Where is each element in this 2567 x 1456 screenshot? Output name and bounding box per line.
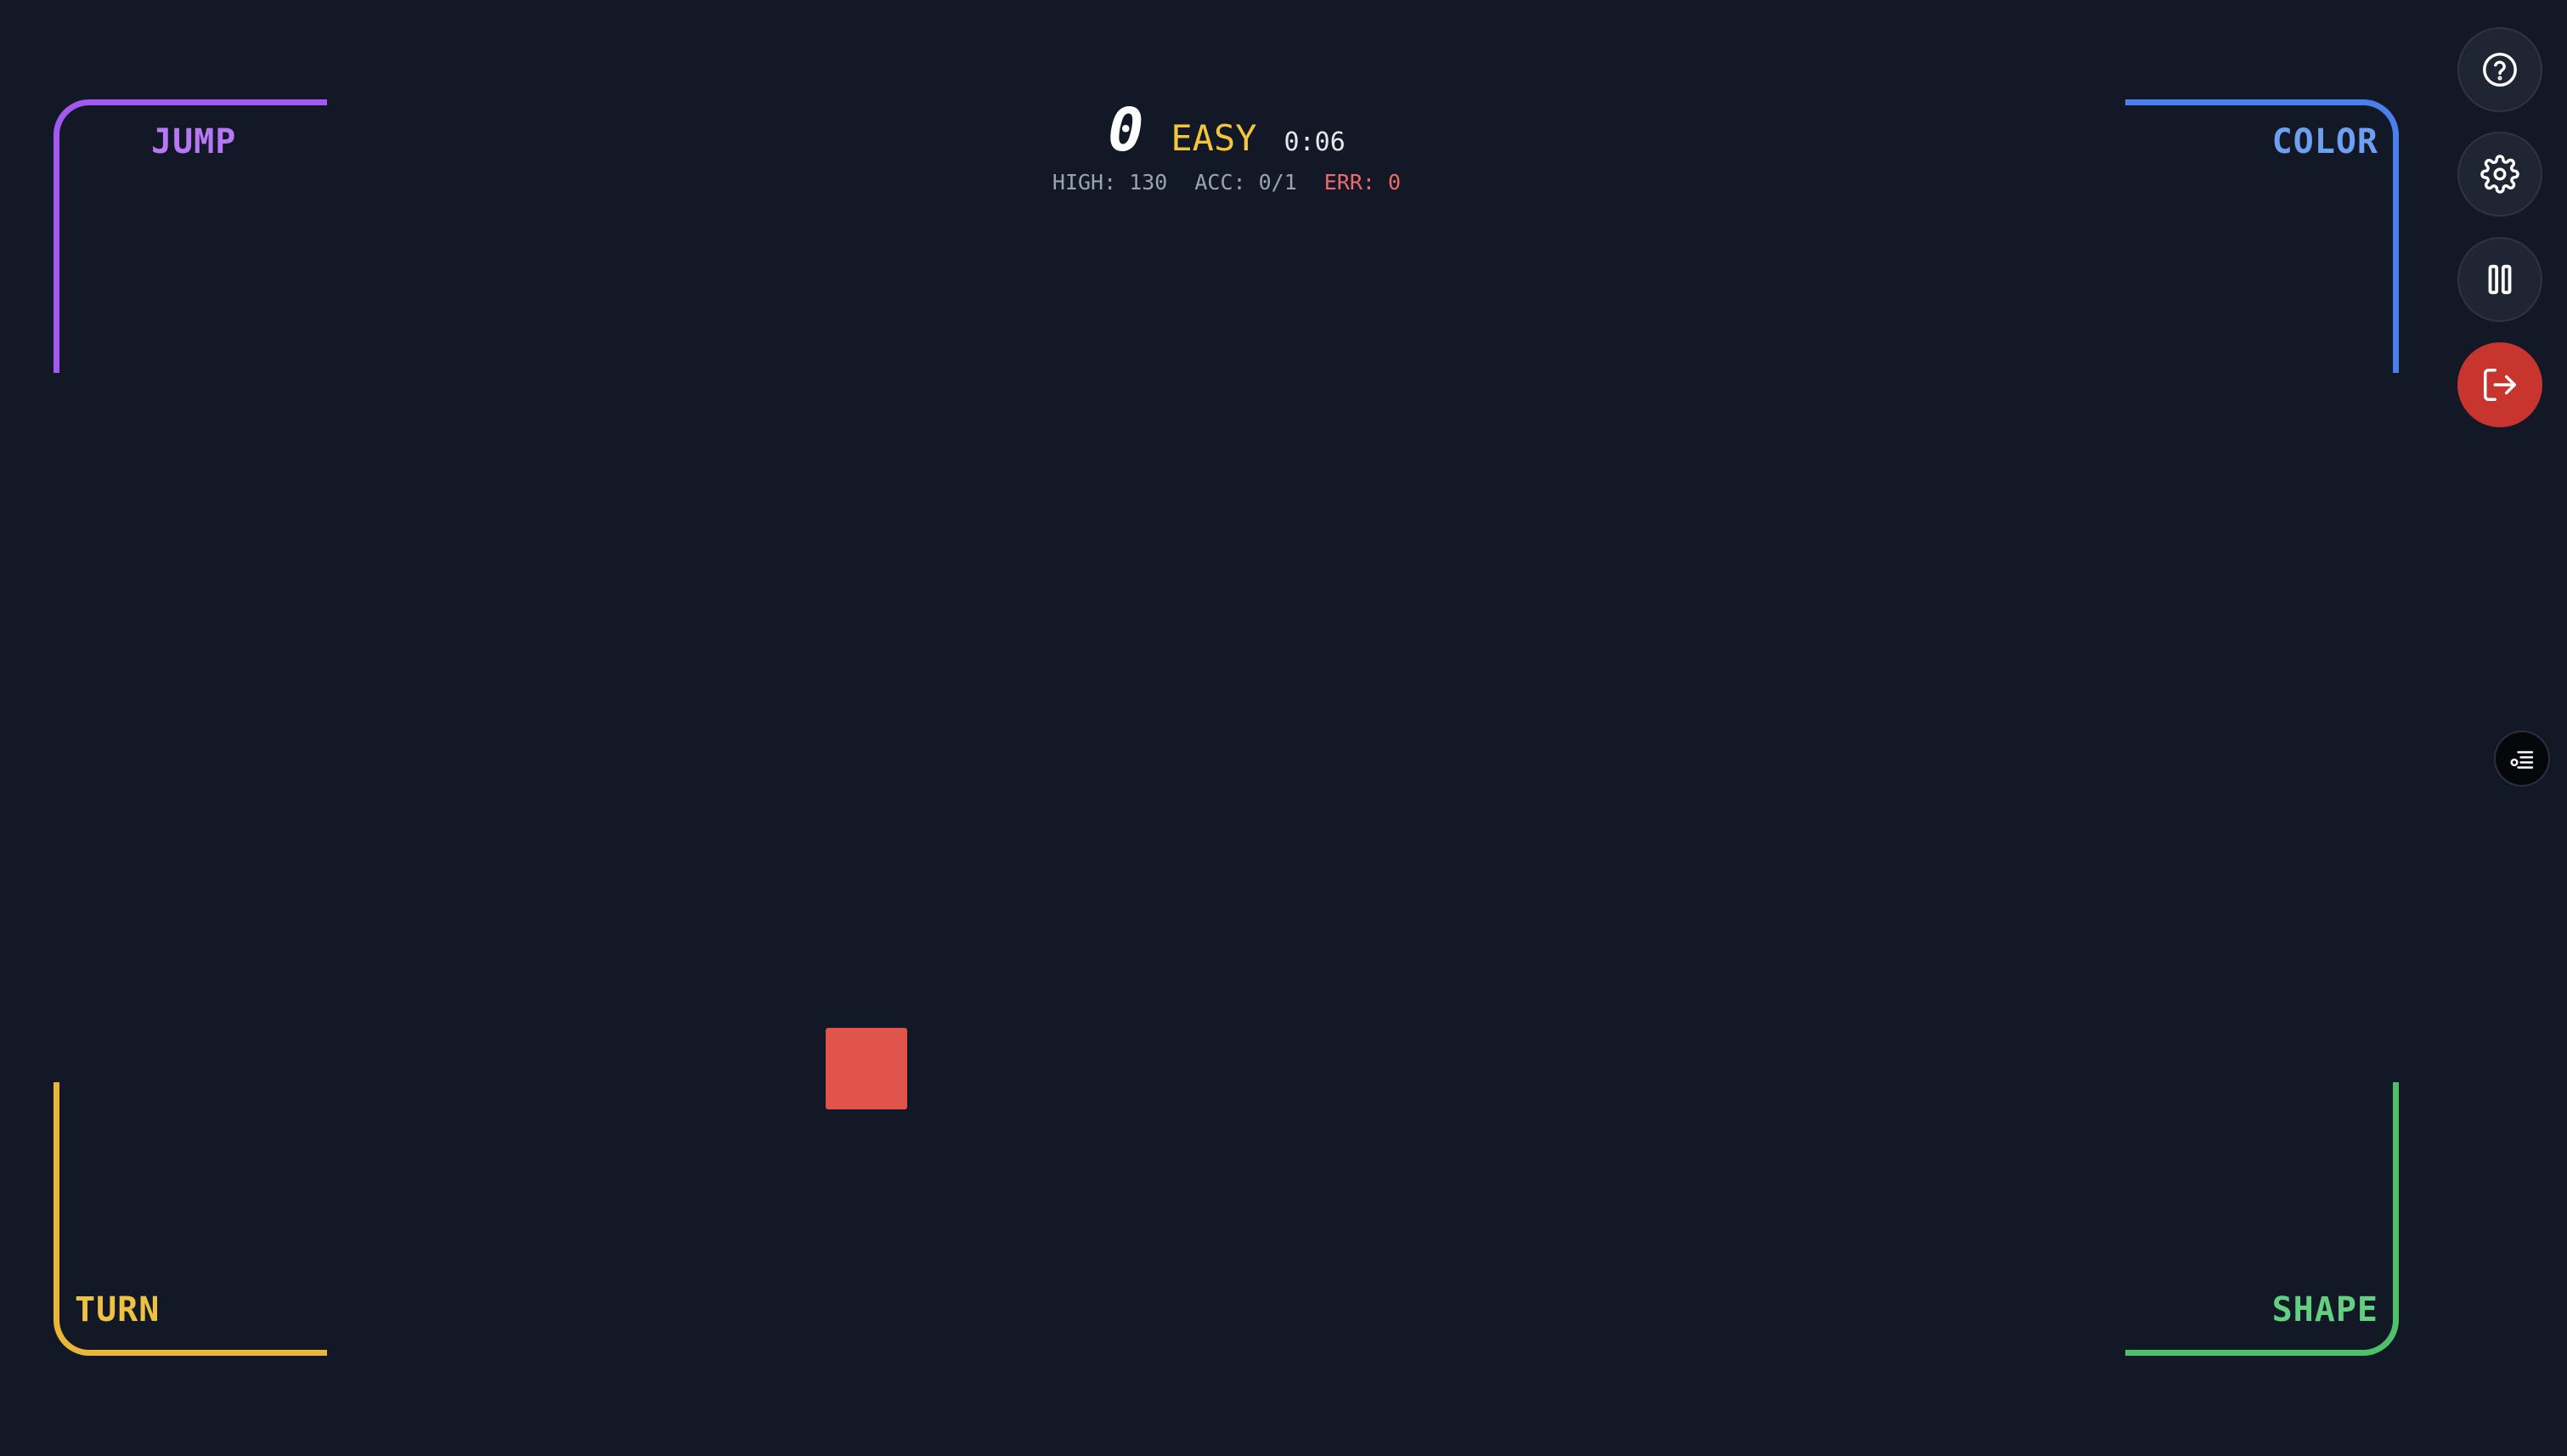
hud: 0 EASY 0:06 HIGH: 130 ACC: 0/1 ERR: 0: [934, 95, 1519, 195]
pause-button[interactable]: [2457, 237, 2542, 322]
game-stage[interactable]: JUMP COLOR TURN SHAPE 0 EASY 0:06 HIGH: …: [0, 0, 2567, 1456]
high-score: HIGH: 130: [1052, 170, 1168, 195]
gear-icon: [2480, 155, 2519, 194]
side-panel-toggle[interactable]: [2494, 731, 2550, 787]
color-zone-label: COLOR: [2271, 122, 2378, 161]
shape-zone-label: SHAPE: [2271, 1290, 2378, 1329]
jump-zone-label: JUMP: [151, 122, 237, 161]
player-square: [826, 1028, 907, 1109]
error-count: ERR: 0: [1323, 170, 1402, 195]
exit-icon: [2484, 369, 2516, 401]
settings-button[interactable]: [2457, 132, 2542, 217]
question-circle-icon: [2483, 53, 2517, 87]
turn-zone-label: TURN: [75, 1290, 161, 1329]
timer-value: 0:06: [1284, 127, 1346, 157]
list-settings-icon: [2510, 751, 2534, 769]
help-button[interactable]: [2457, 27, 2542, 112]
hud-stats: HIGH: 130 ACC: 0/1 ERR: 0: [934, 170, 1519, 195]
score-value: 0: [1108, 95, 1144, 165]
difficulty-label: EASY: [1171, 117, 1257, 159]
hud-main: 0 EASY 0:06: [934, 95, 1519, 165]
accuracy: ACC: 0/1: [1194, 170, 1297, 195]
pause-icon: [2488, 264, 2512, 295]
exit-button[interactable]: [2457, 342, 2542, 427]
